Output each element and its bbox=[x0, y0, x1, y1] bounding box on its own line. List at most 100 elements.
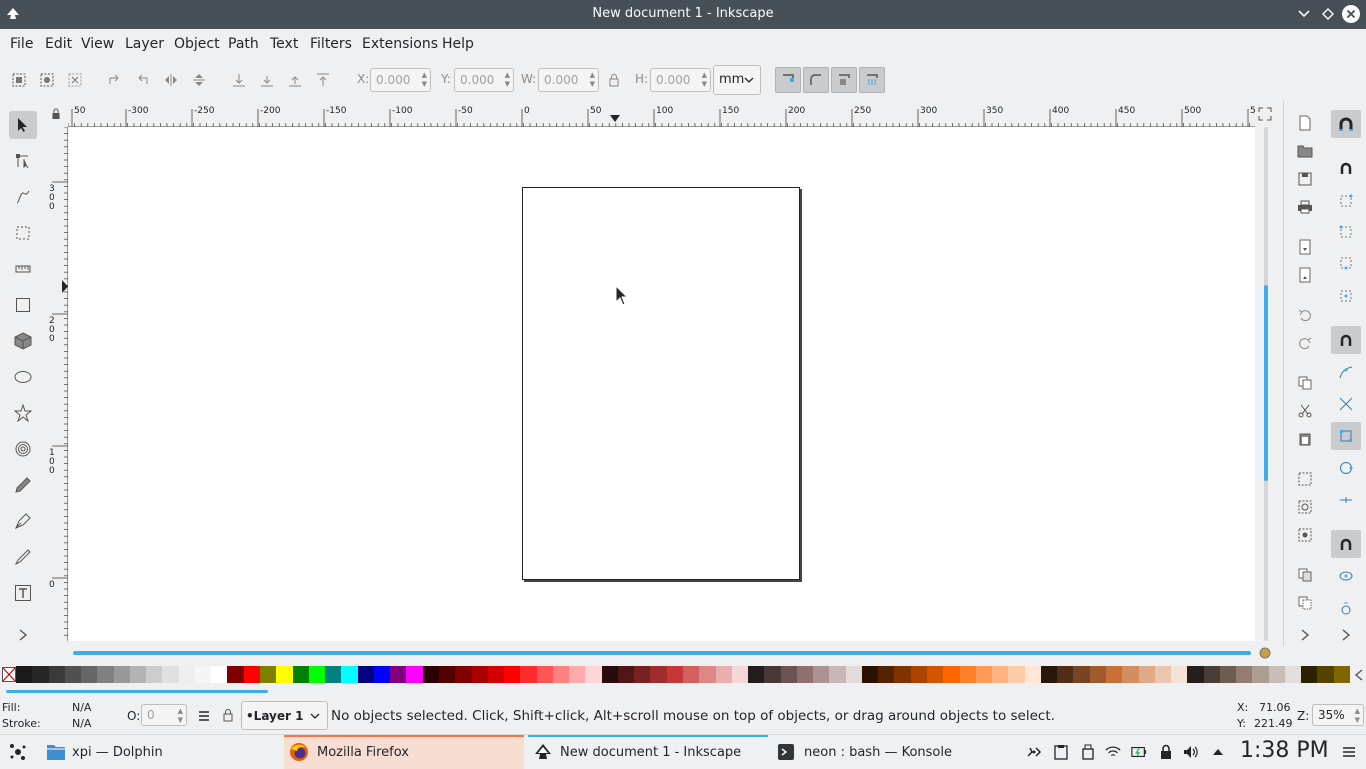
transform-patterns-toggle[interactable] bbox=[859, 67, 885, 93]
task-konsole[interactable]: neon : bash — Konsole bbox=[772, 735, 1012, 769]
application-launcher-icon[interactable] bbox=[8, 742, 28, 762]
color-swatch[interactable] bbox=[894, 666, 912, 683]
color-swatch[interactable] bbox=[601, 666, 619, 683]
color-swatch[interactable] bbox=[1024, 666, 1042, 683]
selector-tool[interactable] bbox=[9, 111, 37, 139]
vertical-scroll-thumb[interactable] bbox=[1264, 285, 1268, 481]
undo-icon[interactable] bbox=[1296, 306, 1314, 324]
color-swatch[interactable] bbox=[975, 666, 993, 683]
color-swatch[interactable] bbox=[357, 666, 375, 683]
rotate-ccw-icon[interactable] bbox=[105, 71, 123, 89]
spin-arrows-icon[interactable]: ▲ ▼ bbox=[590, 71, 595, 89]
menu-text[interactable]: Text bbox=[270, 36, 298, 52]
new-document-icon[interactable] bbox=[1296, 114, 1314, 132]
select-all-icon[interactable] bbox=[10, 71, 28, 89]
color-swatch[interactable] bbox=[1057, 666, 1074, 683]
document-page[interactable] bbox=[522, 187, 800, 580]
print-icon[interactable] bbox=[1296, 198, 1314, 216]
zoom-drawing-icon[interactable] bbox=[1296, 498, 1314, 516]
color-swatch[interactable] bbox=[1317, 666, 1335, 683]
color-swatch[interactable] bbox=[1187, 666, 1205, 683]
snap-toggle-magnet-icon[interactable] bbox=[1331, 110, 1361, 138]
color-swatch[interactable] bbox=[1284, 666, 1302, 683]
color-swatch[interactable] bbox=[959, 666, 977, 683]
snap-rotation-centers-icon[interactable] bbox=[1331, 594, 1361, 622]
color-swatch[interactable] bbox=[504, 666, 521, 683]
window-titlebar[interactable]: New document 1 - Inkscape bbox=[0, 0, 1366, 29]
color-swatch[interactable] bbox=[471, 666, 489, 683]
minimize-button[interactable] bbox=[1295, 5, 1313, 23]
color-swatch[interactable] bbox=[1171, 666, 1188, 683]
menu-extensions[interactable]: Extensions bbox=[362, 36, 438, 52]
color-swatch[interactable] bbox=[992, 666, 1009, 683]
color-swatch[interactable] bbox=[1089, 666, 1107, 683]
spin-arrows-icon[interactable]: ▲ ▼ bbox=[422, 71, 427, 89]
color-swatch[interactable] bbox=[438, 666, 456, 683]
layer-select[interactable]: •Layer 1 bbox=[241, 701, 328, 730]
snap-smooth-nodes-icon[interactable] bbox=[1331, 454, 1361, 482]
menu-file[interactable]: File bbox=[10, 36, 33, 52]
open-icon[interactable] bbox=[1296, 142, 1314, 160]
color-swatch[interactable] bbox=[373, 666, 391, 683]
color-swatch[interactable] bbox=[487, 666, 505, 683]
measure-tool[interactable] bbox=[9, 255, 37, 283]
menu-view[interactable]: View bbox=[81, 36, 114, 52]
scale-stroke-toggle[interactable] bbox=[775, 67, 801, 93]
horizontal-ruler[interactable]: 50 -300 -250 -200 -150 -100 -50 0 50 100 150 200 250… bbox=[67, 101, 1256, 127]
color-swatch[interactable] bbox=[1154, 666, 1172, 683]
color-swatch[interactable] bbox=[536, 666, 554, 683]
3d-box-tool[interactable] bbox=[9, 327, 37, 355]
lower-icon[interactable] bbox=[258, 71, 276, 89]
palette-scroll-thumb[interactable] bbox=[6, 690, 268, 693]
color-swatch[interactable] bbox=[1122, 666, 1139, 683]
snap-bbox-edges-icon[interactable] bbox=[1331, 187, 1361, 215]
x-input[interactable]: 0.000 ▲ ▼ bbox=[370, 68, 431, 92]
palette-scrollbar[interactable] bbox=[0, 688, 1366, 696]
pencil-tool[interactable] bbox=[9, 471, 37, 499]
color-swatch[interactable] bbox=[276, 666, 294, 683]
color-swatch[interactable] bbox=[325, 666, 342, 683]
color-swatch[interactable] bbox=[878, 666, 895, 683]
unit-select[interactable]: mm bbox=[713, 65, 761, 95]
removable-device-icon[interactable] bbox=[1080, 744, 1096, 760]
vertical-ruler[interactable]: 3002001000 bbox=[48, 126, 68, 641]
color-swatch[interactable] bbox=[1138, 666, 1156, 683]
snap-bbox-corners-icon[interactable] bbox=[1331, 218, 1361, 246]
kde-connect-icon[interactable] bbox=[1026, 744, 1042, 760]
color-swatch[interactable] bbox=[1252, 666, 1270, 683]
color-swatch[interactable] bbox=[910, 666, 928, 683]
color-swatch[interactable] bbox=[650, 666, 668, 683]
lower-to-bottom-icon[interactable] bbox=[230, 71, 248, 89]
color-swatch[interactable] bbox=[48, 666, 66, 683]
raise-to-top-icon[interactable] bbox=[314, 71, 332, 89]
calligraphy-tool[interactable] bbox=[9, 543, 37, 571]
color-swatch[interactable] bbox=[927, 666, 944, 683]
tweak-tool[interactable] bbox=[9, 183, 37, 211]
color-swatch[interactable] bbox=[194, 666, 212, 683]
no-paint-swatch-icon[interactable] bbox=[2, 667, 16, 682]
panel-menu-icon[interactable] bbox=[1341, 744, 1357, 760]
color-swatch[interactable] bbox=[845, 666, 863, 683]
spiral-tool[interactable] bbox=[9, 435, 37, 463]
battery-icon[interactable] bbox=[1131, 744, 1147, 760]
color-manage-icon[interactable] bbox=[1259, 647, 1271, 659]
color-swatch[interactable] bbox=[683, 666, 700, 683]
import-icon[interactable] bbox=[1296, 238, 1314, 256]
spin-arrows-icon[interactable]: ▲ ▼ bbox=[178, 707, 183, 725]
color-swatch[interactable] bbox=[113, 666, 131, 683]
color-swatch[interactable] bbox=[211, 666, 228, 683]
color-swatch[interactable] bbox=[1219, 666, 1237, 683]
color-swatch[interactable] bbox=[64, 666, 82, 683]
spin-arrows-icon[interactable]: ▲ ▼ bbox=[1355, 707, 1360, 725]
spin-arrows-icon[interactable]: ▲ ▼ bbox=[505, 71, 510, 89]
lock-icon[interactable] bbox=[605, 71, 623, 89]
flip-horizontal-icon[interactable] bbox=[162, 71, 180, 89]
drawing-canvas[interactable] bbox=[69, 127, 1255, 641]
zoom-tool[interactable] bbox=[9, 219, 37, 247]
color-swatch[interactable] bbox=[1268, 666, 1286, 683]
w-input[interactable]: 0.000 ▲ ▼ bbox=[538, 68, 599, 92]
rectangle-tool[interactable] bbox=[9, 291, 37, 319]
duplicate-icon[interactable] bbox=[1296, 566, 1314, 584]
opacity-input[interactable]: 0 ▲ ▼ bbox=[141, 704, 187, 726]
copy-icon[interactable] bbox=[1296, 374, 1314, 392]
